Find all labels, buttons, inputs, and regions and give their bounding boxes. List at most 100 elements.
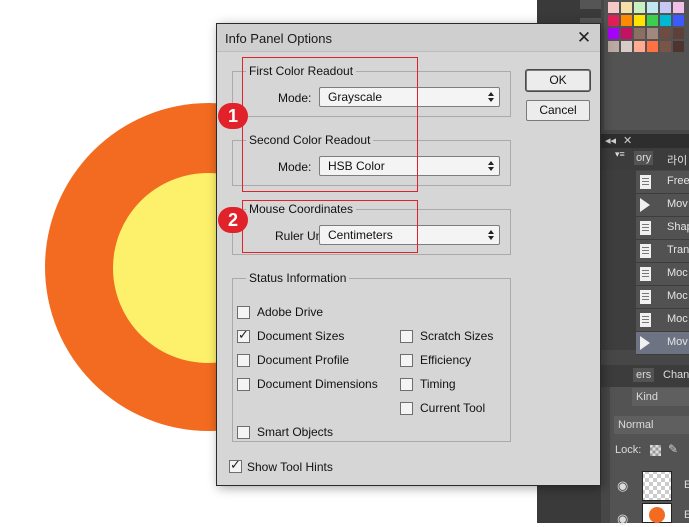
blend-mode-select[interactable]: Normal: [614, 416, 689, 434]
visibility-eye-icon[interactable]: ◉: [617, 478, 628, 494]
annotation-box-2: [242, 200, 418, 253]
ok-button[interactable]: OK: [526, 70, 590, 91]
color-swatch[interactable]: [647, 28, 658, 39]
document-dimensions-label[interactable]: Document Dimensions: [257, 377, 378, 391]
panel-menu-icon[interactable]: ▾≡: [615, 149, 625, 160]
swatches-panel: [604, 0, 689, 130]
history-item[interactable]: Shap: [636, 217, 689, 240]
document-icon: [640, 244, 651, 258]
document-icon: [640, 290, 651, 304]
color-swatch[interactable]: [634, 28, 645, 39]
smart-objects-checkbox[interactable]: [237, 426, 250, 439]
color-swatch[interactable]: [608, 28, 619, 39]
panel-close-icon[interactable]: ✕: [623, 134, 632, 148]
cancel-button[interactable]: Cancel: [526, 100, 590, 121]
color-swatch[interactable]: [647, 15, 658, 26]
color-swatch[interactable]: [673, 2, 684, 13]
color-swatch[interactable]: [660, 2, 671, 13]
document-dimensions-checkbox[interactable]: [237, 378, 250, 391]
dialog-titlebar[interactable]: Info Panel Options ✕: [217, 24, 600, 52]
collapse-icon[interactable]: ◂◂: [605, 134, 616, 148]
dock-bar-top: [580, 0, 601, 9]
layer-kind-filter[interactable]: Kind: [632, 388, 689, 406]
history-item[interactable]: Moc: [636, 286, 689, 309]
color-swatch[interactable]: [608, 15, 619, 26]
tab-channels[interactable]: Chan: [663, 369, 689, 381]
annotation-badge-1: 1: [218, 103, 248, 129]
current-tool-checkbox[interactable]: [400, 402, 413, 415]
history-item-label: Moc: [667, 267, 688, 279]
color-swatch[interactable]: [673, 28, 684, 39]
color-swatch[interactable]: [647, 2, 658, 13]
scratch-sizes-checkbox[interactable]: [400, 330, 413, 343]
color-swatch[interactable]: [647, 41, 658, 52]
history-item-label: Tran: [667, 244, 689, 256]
dialog-title: Info Panel Options: [225, 31, 332, 46]
adobe-drive-checkbox[interactable]: [237, 306, 250, 319]
history-item-label: Free: [667, 175, 689, 187]
color-swatch[interactable]: [673, 41, 684, 52]
document-icon: [640, 267, 651, 281]
document-sizes-label[interactable]: Document Sizes: [257, 329, 344, 343]
color-swatch[interactable]: [660, 15, 671, 26]
layer-name[interactable]: E: [684, 479, 689, 491]
layer-name[interactable]: E: [684, 509, 689, 521]
show-tool-hints-label[interactable]: Show Tool Hints: [247, 460, 333, 474]
move-tool-icon: [640, 336, 650, 350]
history-item[interactable]: Mov: [636, 332, 689, 355]
checkmark-icon: ✓: [230, 457, 241, 472]
color-swatch[interactable]: [660, 41, 671, 52]
history-item[interactable]: Moc: [636, 263, 689, 286]
chevron-updown-icon: [488, 92, 494, 102]
color-swatch[interactable]: [634, 15, 645, 26]
efficiency-label[interactable]: Efficiency: [420, 353, 471, 367]
annotation-box-1: [242, 57, 418, 192]
close-icon[interactable]: ✕: [573, 28, 595, 48]
move-tool-icon: [640, 198, 650, 212]
tab-libraries[interactable]: 라이: [667, 152, 687, 168]
history-item-label: Shap: [667, 221, 689, 233]
history-panel-header: ◂◂ ✕: [601, 134, 689, 148]
color-swatch[interactable]: [621, 2, 632, 13]
document-profile-label[interactable]: Document Profile: [257, 353, 349, 367]
history-item[interactable]: Free: [636, 171, 689, 194]
current-tool-label[interactable]: Current Tool: [420, 401, 485, 415]
history-item-label: Moc: [667, 313, 688, 325]
history-tabs: ▾≡ ory 라이: [601, 148, 689, 170]
lock-transparent-icon[interactable]: [650, 445, 661, 456]
status-information-legend: Status Information: [246, 271, 350, 285]
color-swatch[interactable]: [621, 15, 632, 26]
document-profile-checkbox[interactable]: [237, 354, 250, 367]
color-swatch[interactable]: [621, 28, 632, 39]
show-tool-hints-checkbox[interactable]: ✓: [229, 457, 242, 473]
lock-brush-icon[interactable]: ✎: [668, 442, 678, 456]
color-swatch[interactable]: [634, 41, 645, 52]
layer-thumbnail[interactable]: [642, 503, 672, 523]
document-icon: [640, 221, 651, 235]
history-item[interactable]: Tran: [636, 240, 689, 263]
color-swatch[interactable]: [660, 28, 671, 39]
timing-label[interactable]: Timing: [420, 377, 456, 391]
layers-tabs: ers Chan: [601, 365, 689, 387]
visibility-eye-icon[interactable]: ◉: [617, 511, 628, 527]
adobe-drive-label[interactable]: Adobe Drive: [257, 305, 323, 319]
color-swatch[interactable]: [673, 15, 684, 26]
history-item[interactable]: Mov: [636, 194, 689, 217]
history-item[interactable]: Moc: [636, 309, 689, 332]
color-swatch[interactable]: [621, 41, 632, 52]
scratch-sizes-label[interactable]: Scratch Sizes: [420, 329, 493, 343]
smart-objects-label[interactable]: Smart Objects: [257, 425, 333, 439]
history-item-label: Mov: [667, 198, 688, 210]
document-sizes-checkbox[interactable]: ✓: [237, 327, 250, 343]
tab-layers[interactable]: ers: [633, 368, 655, 382]
efficiency-checkbox[interactable]: [400, 354, 413, 367]
color-swatch[interactable]: [608, 2, 619, 13]
color-swatch[interactable]: [634, 2, 645, 13]
tab-history[interactable]: ory: [634, 151, 654, 165]
timing-checkbox[interactable]: [400, 378, 413, 391]
layers-panel: Kind Normal Lock: ✎ ◉ E ◉ E: [610, 387, 689, 526]
chevron-updown-icon: [488, 230, 494, 240]
color-swatch[interactable]: [608, 41, 619, 52]
history-snapshot-column: [601, 170, 636, 350]
layer-thumbnail[interactable]: [642, 471, 672, 501]
